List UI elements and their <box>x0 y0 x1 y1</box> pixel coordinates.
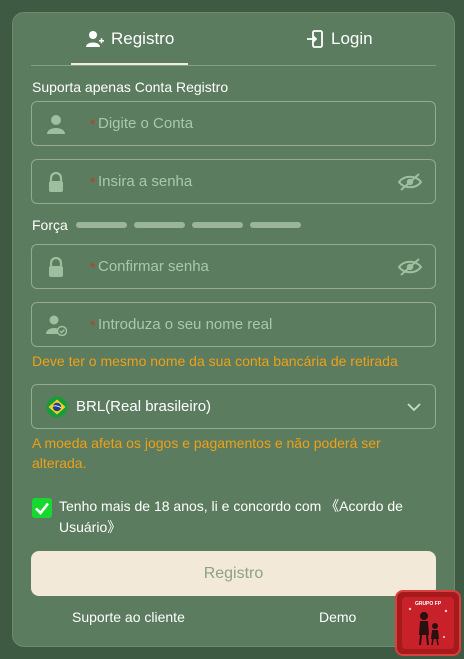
account-field[interactable]: * Digite o Conta <box>31 101 436 146</box>
password-strength: Força <box>32 217 308 233</box>
user-check-icon <box>46 315 67 336</box>
eye-hidden-icon[interactable] <box>397 256 423 278</box>
lock-icon <box>49 171 63 192</box>
strength-segment <box>133 222 185 228</box>
auth-tabs: Registro Login <box>13 13 454 66</box>
password-field[interactable]: * Insira a senha <box>31 159 436 204</box>
tab-registro[interactable]: Registro <box>85 27 174 51</box>
real-name-placeholder: Introduza o seu nome real <box>98 316 273 333</box>
brazil-flag-icon <box>46 396 68 418</box>
required-mark: * <box>90 174 96 190</box>
required-mark: * <box>90 317 96 333</box>
promo-badge[interactable]: GRUPO FP <box>395 590 461 656</box>
register-panel: Registro Login Suporta apenas Conta Regi… <box>12 12 455 647</box>
tabs-divider <box>31 65 436 66</box>
strength-segment <box>249 222 301 228</box>
register-button[interactable]: Registro <box>31 551 436 596</box>
account-placeholder: Digite o Conta <box>98 115 194 132</box>
agreement-checkbox[interactable] <box>32 498 52 518</box>
real-name-field[interactable]: * Introduza o seu nome real <box>31 302 436 347</box>
currency-select[interactable]: BRL(Real brasileiro) <box>31 384 436 429</box>
agreement-text[interactable]: Tenho mais de 18 anos, li e concordo com… <box>59 496 429 538</box>
strength-segment <box>75 222 127 228</box>
currency-hint: A moeda afeta os jogos e pagamentos e nã… <box>32 435 381 471</box>
figures-icon <box>408 607 448 646</box>
eye-hidden-icon[interactable] <box>397 171 423 193</box>
demo-link[interactable]: Demo <box>319 609 356 625</box>
check-icon <box>35 502 50 515</box>
user-icon <box>47 115 65 134</box>
lock-icon <box>49 256 63 277</box>
tab-login-label: Login <box>331 29 373 48</box>
promo-badge-image: GRUPO FP <box>402 597 454 649</box>
user-add-icon <box>86 31 104 47</box>
customer-support-link[interactable]: Suporte ao cliente <box>72 609 185 625</box>
password-placeholder: Insira a senha <box>98 173 193 190</box>
strength-label: Força <box>32 217 68 233</box>
required-mark: * <box>90 259 96 275</box>
login-door-icon <box>307 30 323 48</box>
section-title: Suporta apenas Conta Registro <box>32 79 229 95</box>
real-name-hint: Deve ter o mesmo nome da sua conta bancá… <box>32 353 398 369</box>
tab-login[interactable]: Login <box>305 27 373 51</box>
confirm-password-placeholder: Confirmar senha <box>98 258 209 275</box>
confirm-password-field[interactable]: * Confirmar senha <box>31 244 436 289</box>
required-mark: * <box>90 116 96 132</box>
tab-registro-label: Registro <box>111 29 175 48</box>
currency-value: BRL(Real brasileiro) <box>76 398 212 415</box>
strength-segment <box>191 222 243 228</box>
chevron-down-icon <box>407 403 421 412</box>
